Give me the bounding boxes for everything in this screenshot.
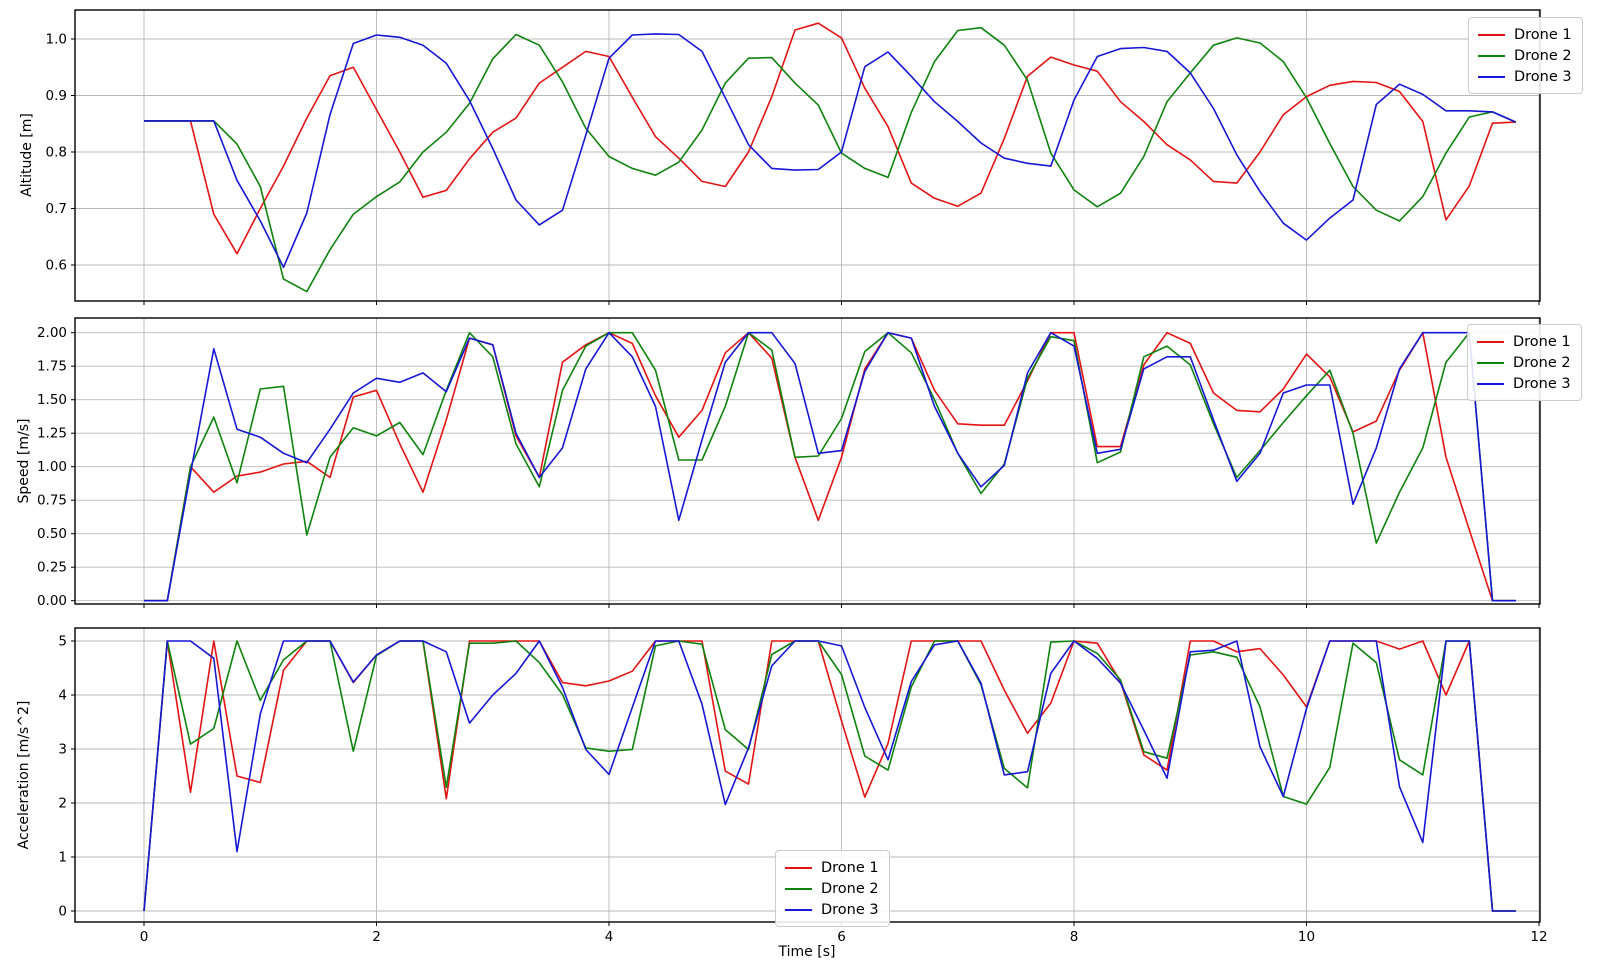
legend-item-drone-3: Drone 3 — [785, 899, 879, 920]
x-tick-label: 10 — [1298, 929, 1315, 945]
y-tick-label: 0.6 — [46, 258, 67, 274]
legend-line-icon — [1477, 340, 1504, 343]
y-tick-label: 1.25 — [37, 426, 67, 442]
x-tick-label: 8 — [1070, 929, 1079, 945]
y-tick-label: 1 — [58, 850, 67, 866]
legend-item-drone-3: Drone 3 — [1477, 373, 1571, 394]
legend-line-icon — [1478, 54, 1505, 57]
y-tick-label: 2.00 — [37, 325, 67, 341]
legend-item-drone-1: Drone 1 — [1477, 331, 1571, 352]
speed-legend: Drone 1 Drone 2 Drone 3 — [1467, 324, 1582, 401]
drone-2-line — [144, 26, 1517, 293]
altitude-chart: 0.6 0.7 0.8 0.9 1.0 — [46, 9, 1541, 305]
legend-line-icon — [1478, 33, 1505, 36]
y-tick-label: 4 — [58, 688, 67, 704]
y-tick-label: 0.7 — [46, 201, 67, 217]
y-tick-label: 1.50 — [37, 392, 67, 408]
x-tick-label: 0 — [140, 929, 149, 945]
legend-line-icon — [785, 887, 812, 890]
legend-label: Drone 2 — [1514, 47, 1572, 64]
figure: 0.6 0.7 0.8 0.9 1.0 0.00 0.25 0.50 0.75 1.00 1.25 1… — [0, 0, 1599, 964]
acceleration-legend: Drone 1 Drone 2 Drone 3 — [775, 850, 890, 927]
legend-line-icon — [785, 908, 812, 911]
y-tick-label: 0.9 — [46, 88, 67, 104]
legend-item-drone-2: Drone 2 — [1478, 45, 1572, 66]
speed-axis-label: Speed [m/s] — [16, 418, 32, 504]
acceleration-axis-label: Acceleration [m/s^2] — [16, 700, 32, 850]
legend-label: Drone 3 — [1513, 375, 1571, 392]
legend-line-icon — [785, 866, 812, 869]
altitude-axis-label: Altitude [m] — [19, 113, 35, 197]
x-tick-label: 2 — [372, 929, 381, 945]
legend-item-drone-1: Drone 1 — [1478, 24, 1572, 45]
legend-label: Drone 1 — [1513, 333, 1571, 350]
legend-label: Drone 3 — [821, 901, 879, 918]
altitude-legend: Drone 1 Drone 2 Drone 3 — [1468, 17, 1583, 94]
legend-item-drone-3: Drone 3 — [1478, 66, 1572, 87]
y-tick-label: 3 — [58, 742, 67, 758]
legend-line-icon — [1478, 75, 1505, 78]
legend-item-drone-1: Drone 1 — [785, 857, 879, 878]
legend-line-icon — [1477, 361, 1504, 364]
x-tick-label: 4 — [605, 929, 614, 945]
y-tick-label: 0 — [58, 904, 67, 920]
y-tick-label: 5 — [58, 634, 67, 650]
y-tick-label: 2 — [58, 796, 67, 812]
x-tick-label: 12 — [1530, 929, 1547, 945]
legend-item-drone-2: Drone 2 — [785, 878, 879, 899]
y-tick-label: 1.0 — [46, 32, 67, 48]
x-tick-label: 6 — [837, 929, 846, 945]
y-tick-label: 0.75 — [37, 493, 67, 509]
plots-svg: 0.6 0.7 0.8 0.9 1.0 0.00 0.25 0.50 0.75 1.00 1.25 1… — [37, 9, 1548, 945]
y-tick-label: 0.25 — [37, 560, 67, 576]
legend-line-icon — [1477, 382, 1504, 385]
y-tick-label: 0.00 — [37, 593, 67, 609]
y-tick-label: 1.00 — [37, 459, 67, 475]
legend-label: Drone 1 — [821, 859, 879, 876]
time-axis-label: Time [s] — [778, 944, 836, 960]
legend-label: Drone 3 — [1514, 68, 1572, 85]
y-tick-label: 1.75 — [37, 359, 67, 375]
legend-label: Drone 2 — [821, 880, 879, 897]
y-tick-label: 0.8 — [46, 145, 67, 161]
legend-label: Drone 2 — [1513, 354, 1571, 371]
y-tick-label: 0.50 — [37, 526, 67, 542]
speed-chart: 0.00 0.25 0.50 0.75 1.00 1.25 1.50 1.75 2.00 — [37, 317, 1541, 609]
legend-item-drone-2: Drone 2 — [1477, 352, 1571, 373]
legend-label: Drone 1 — [1514, 26, 1572, 43]
